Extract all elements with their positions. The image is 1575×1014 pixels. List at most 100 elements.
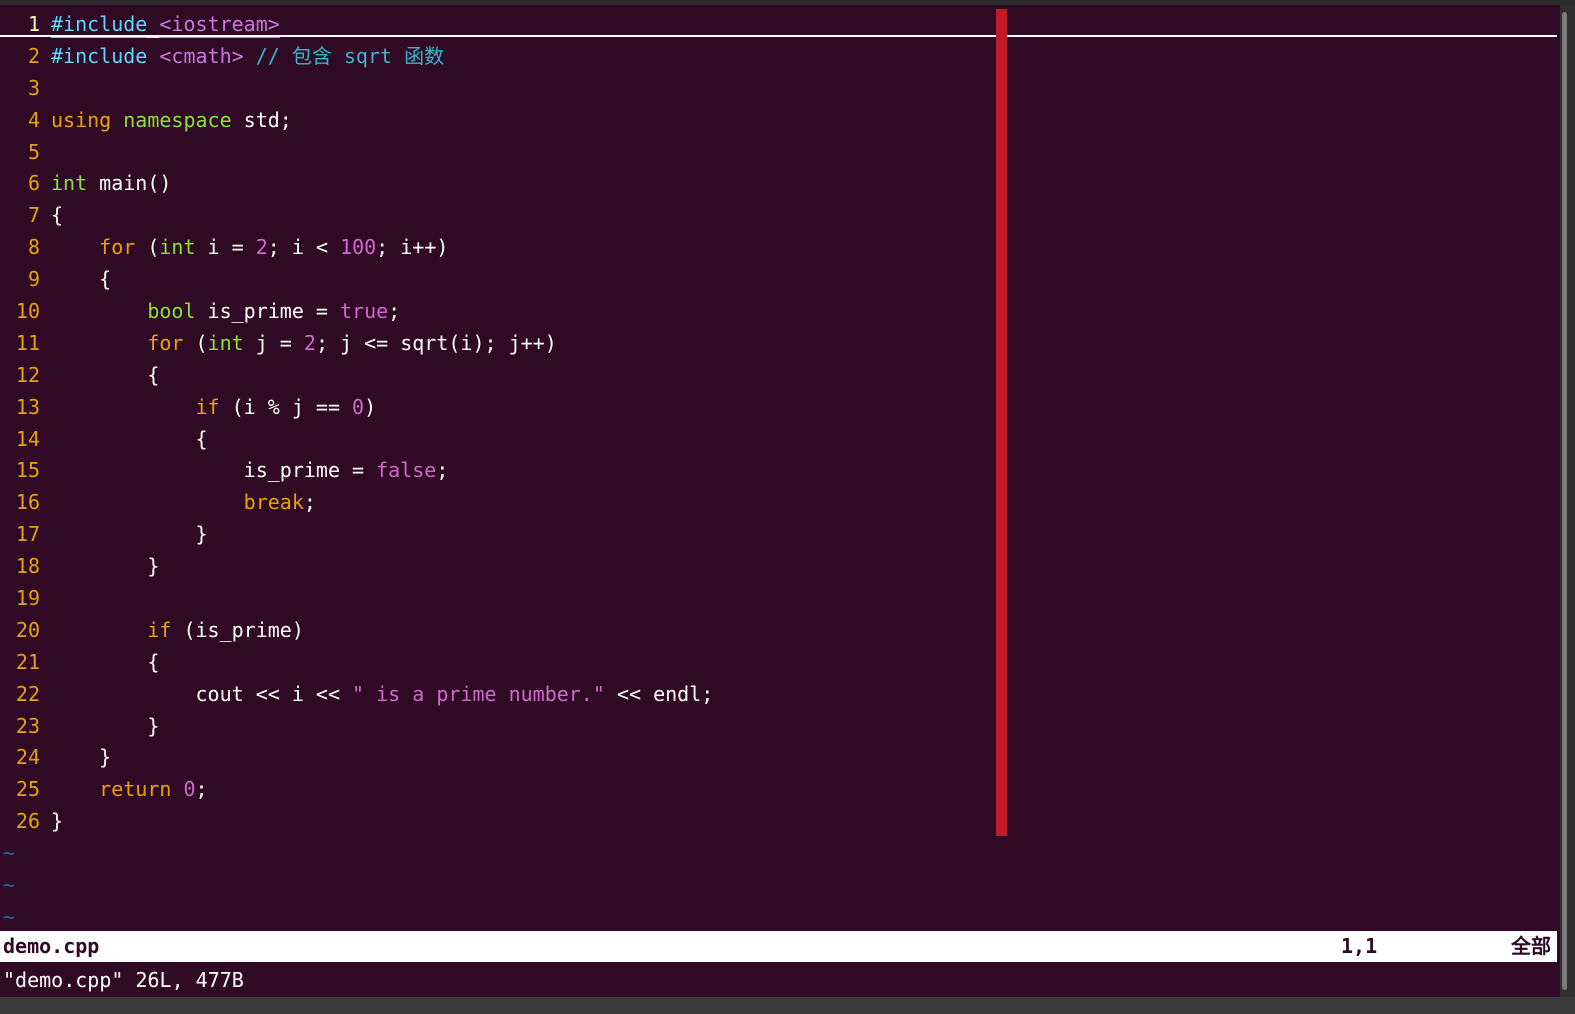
line-number: 5 [27, 139, 40, 164]
empty-buffer-line-marker: ~ [3, 841, 16, 866]
code-line[interactable]: 12 { [0, 360, 1560, 392]
code-line[interactable]: 17 } [0, 519, 1560, 551]
code-token: ; [436, 458, 449, 483]
code-line[interactable]: 21 { [0, 647, 1560, 679]
code-token: namespace [123, 107, 232, 132]
code-token: int [207, 330, 244, 355]
vim-buffer[interactable]: 1 #include <iostream> 2 #include <cmath> //… [0, 9, 1560, 934]
code-line[interactable]: 16 break; [0, 487, 1560, 519]
code-token: { [51, 426, 208, 451]
code-line[interactable]: 19 [0, 583, 1560, 615]
code-line[interactable]: 22 cout << i << " is a prime number." <<… [0, 679, 1560, 711]
code-line[interactable]: 24 } [0, 742, 1560, 774]
code-text: { [51, 267, 111, 291]
code-text: return 0; [51, 777, 208, 802]
code-text: } [51, 522, 207, 546]
code-token: ; i < [267, 235, 341, 260]
code-token: { [51, 203, 64, 228]
code-token: 0 [183, 777, 196, 802]
code-line[interactable]: 7{ [0, 200, 1560, 232]
code-token: <cmath> [159, 43, 244, 68]
code-token: return [99, 777, 172, 802]
code-token: i = [195, 235, 256, 260]
code-token: #include [51, 43, 148, 68]
code-text: for (int i = 2; i < 100; i++) [51, 235, 448, 259]
line-number: 24 [15, 745, 40, 770]
code-text: break; [51, 490, 316, 514]
color-column [996, 9, 1007, 836]
line-number: 6 [27, 171, 40, 196]
code-token: break [243, 490, 304, 515]
code-token: 2 [255, 235, 268, 260]
line-number: 14 [15, 426, 40, 451]
code-line[interactable]: 13 if (i % j == 0) [0, 392, 1560, 424]
code-token: false [376, 458, 437, 483]
line-number: 12 [15, 362, 40, 387]
code-line[interactable]: 9 { [0, 264, 1560, 296]
code-line[interactable]: 23 } [0, 711, 1560, 743]
line-number: 8 [27, 235, 40, 260]
line-number: 16 [15, 490, 40, 515]
code-token: ( [135, 235, 160, 260]
code-line[interactable]: 10 bool is_prime = true; [0, 296, 1560, 328]
code-line[interactable]: 5 [0, 137, 1560, 169]
code-line[interactable]: 25 return 0; [0, 774, 1560, 806]
code-token: j = [243, 330, 304, 355]
code-line[interactable]: 14 { [0, 424, 1560, 456]
code-text: } [51, 714, 159, 738]
code-text: using namespace std; [51, 108, 292, 132]
line-number: 2 [27, 43, 40, 68]
code-token: 0 [352, 394, 365, 419]
code-line[interactable]: 6 int main() [0, 168, 1560, 200]
code-token: 100 [340, 235, 377, 260]
window-bottom-edge [0, 997, 1575, 1014]
line-number: 25 [15, 777, 40, 802]
code-token: (i % j == [219, 394, 353, 419]
code-token: // 包含 sqrt 函数 [243, 43, 445, 68]
scrollbar-thumb[interactable] [1562, 12, 1567, 990]
code-token: ; [303, 490, 316, 515]
code-token: std; [231, 107, 292, 132]
code-line[interactable]: 8 for (int i = 2; i < 100; i++) [0, 232, 1560, 264]
code-token: << endl; [604, 681, 714, 706]
code-token: ; [388, 299, 401, 324]
code-line[interactable]: 4 using namespace std; [0, 105, 1560, 137]
code-token: for [147, 330, 184, 355]
code-line[interactable]: 18 } [0, 551, 1560, 583]
line-number: 4 [27, 107, 40, 132]
line-number: 3 [27, 75, 40, 100]
code-line[interactable]: 20 if (is_prime) [0, 615, 1560, 647]
code-line[interactable]: 3 [0, 73, 1560, 105]
code-token: for [99, 235, 136, 260]
code-line[interactable]: 2 #include <cmath> // 包含 sqrt 函数 [0, 41, 1560, 73]
line-number: 13 [15, 394, 40, 419]
code-line[interactable]: 26} [0, 806, 1560, 838]
line-number: 26 [15, 809, 40, 834]
code-token: " is a prime number." [352, 681, 605, 706]
code-token: ; [195, 777, 208, 802]
code-text: #include <cmath> // 包含 sqrt 函数 [51, 44, 444, 68]
code-token: ) [364, 394, 377, 419]
empty-buffer-line-marker: ~ [3, 904, 16, 929]
code-text: } [51, 745, 111, 769]
vim-terminal[interactable]: 1 #include <iostream> 2 #include <cmath> //… [0, 5, 1560, 997]
code-token: ( [183, 330, 208, 355]
code-line[interactable]: 15 is_prime = false; [0, 455, 1560, 487]
vim-command-line[interactable]: "demo.cpp" 26L, 477B [3, 964, 244, 996]
code-token: 2 [303, 330, 316, 355]
line-number: 20 [15, 617, 40, 642]
code-line[interactable]: 11 for (int j = 2; j <= sqrt(i); j++) [0, 328, 1560, 360]
code-token: bool [147, 299, 196, 324]
code-text: { [51, 203, 63, 227]
code-token: { [51, 267, 112, 292]
